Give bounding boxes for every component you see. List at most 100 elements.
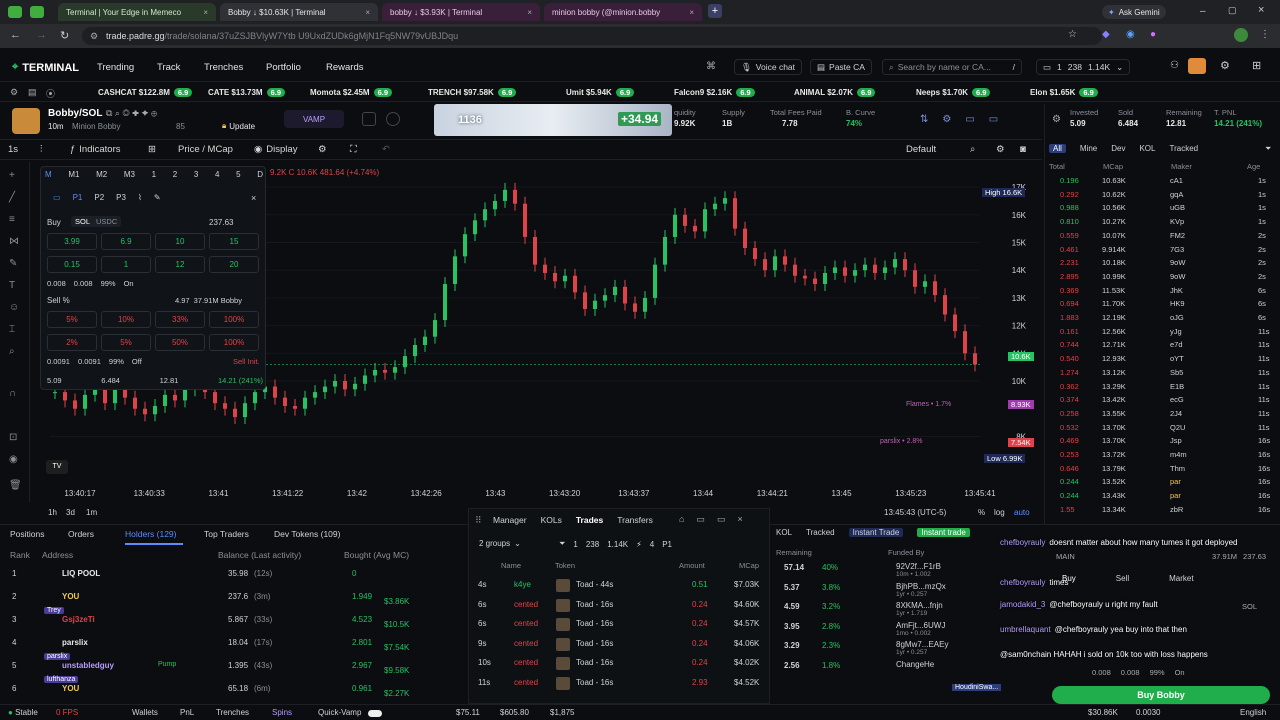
filter-kol[interactable]: KOL [1139, 144, 1155, 153]
trade-maker[interactable]: par [1170, 477, 1181, 486]
back-icon[interactable]: ← [10, 29, 21, 41]
trade-maker[interactable]: par [1170, 491, 1181, 500]
close-icon[interactable]: × [251, 193, 256, 203]
adjust-icon[interactable]: ⚙ [318, 144, 327, 155]
status-trenches[interactable]: Trenches [216, 708, 249, 717]
holder-address[interactable]: YOU [62, 684, 79, 693]
ticker-chart-icon[interactable]: ▤ [28, 87, 37, 98]
preset-m[interactable]: M [45, 170, 52, 179]
edit-icon[interactable]: ✎ [154, 193, 161, 202]
wallet-trade-row[interactable]: 6s cented Toad - 16s 0.24 $4.60K [470, 598, 770, 616]
logo[interactable]: ⌖ TERMINAL [12, 61, 79, 74]
crosshair-icon[interactable]: + [9, 170, 15, 181]
copy-icon[interactable]: ⧉ ⌕ ◎ ✚ ✦ ⊕ [106, 108, 157, 119]
fib-tool-icon[interactable]: ≡ [9, 214, 15, 225]
buy-amount-button[interactable]: 1 [101, 256, 151, 273]
trade-maker[interactable]: Jsp [1170, 436, 1182, 445]
tab-p1[interactable]: P1 [73, 193, 83, 202]
visibility-tool-icon[interactable]: ◉ [9, 454, 18, 465]
address-bar[interactable]: ⚙ trade.padre.gg/trade/solana/37uZSJBVlyW… [82, 27, 1102, 45]
sell-percent-button[interactable]: 2% [47, 334, 97, 351]
scale-percent[interactable]: % [978, 508, 985, 517]
remaining-row[interactable]: 5.37 3.8% BjhPB...mzQx 1yr • 0.257 [776, 582, 996, 600]
preset-m3[interactable]: M3 [124, 170, 135, 179]
ticker-item[interactable]: TRENCH $97.58K 6.9 [428, 88, 517, 97]
extension-icon[interactable]: ● [1150, 29, 1156, 40]
preset-d[interactable]: D [257, 170, 263, 179]
ticker-item[interactable]: Falcon9 $2.16K 6.9 [674, 88, 755, 97]
groups-select[interactable]: 2 groups ⌄ [479, 539, 521, 548]
gamepad-icon[interactable]: ⌘ [706, 61, 716, 72]
trade-row[interactable]: 1.883 12.19K oJG 6s [1046, 313, 1278, 326]
ticker-eye-icon[interactable]: ⦿ [46, 87, 55, 100]
text-tool-icon[interactable]: T [9, 280, 15, 291]
range-3d[interactable]: 3d [66, 508, 75, 517]
ruler-tool-icon[interactable]: ⌶ [9, 324, 15, 335]
line-tool-icon[interactable]: ╱ [9, 192, 15, 203]
tab-p2[interactable]: P2 [94, 193, 104, 202]
remaining-row[interactable]: 2.56 1.8% ChangeHe [776, 660, 996, 678]
trade-row[interactable]: 0.244 13.52K par 16s [1046, 477, 1278, 490]
trade-token[interactable]: Toad - 16s [576, 658, 613, 667]
brush-tool-icon[interactable]: ✎ [9, 258, 17, 269]
filter-all[interactable]: All [1049, 144, 1066, 153]
nav-track[interactable]: Track [157, 62, 180, 73]
funded-by[interactable]: 8XKMA...fnjn [896, 601, 943, 610]
nav-trenches[interactable]: Trenches [204, 62, 243, 73]
tab-trades[interactable]: Trades [576, 515, 603, 525]
search-input[interactable]: ⌕ Search by name or CA... / [882, 59, 1022, 75]
close-icon[interactable]: × [359, 8, 370, 17]
ask-gemini-button[interactable]: ✦ Ask Gemini [1102, 5, 1166, 19]
trade-row[interactable]: 0.253 13.72K m4m 16s [1046, 450, 1278, 463]
sell-percent-button[interactable]: 10% [101, 311, 151, 328]
trade-row[interactable]: 0.694 11.70K HK9 6s [1046, 299, 1278, 312]
trade-maker[interactable]: Thm [1170, 464, 1185, 473]
holder-row[interactable]: 6 YOU 65.18 (6m) 0.961 $2.27K [0, 683, 466, 705]
trade-token[interactable]: Toad - 16s [576, 600, 613, 609]
wallet-selector[interactable]: ▭ 1 238 1.14K ⌄ [1036, 59, 1131, 75]
holder-row[interactable]: 1 LIQ POOL 35.98 (12s) 0 [0, 568, 466, 590]
nav-portfolio[interactable]: Portfolio [266, 62, 301, 73]
buy-amount-button[interactable]: 12 [155, 256, 205, 273]
funded-by[interactable]: ChangeHe [896, 660, 934, 669]
status-spins[interactable]: Spins [272, 708, 292, 717]
panel-icons[interactable]: ⌂▭▭× [679, 514, 755, 525]
interval-select[interactable]: 1s [8, 144, 18, 155]
extension-icon[interactable]: ◆ [1102, 29, 1110, 40]
trade-row[interactable]: 0.540 12.93K oYT 11s [1046, 354, 1278, 367]
more-icon[interactable]: ⋮ [1260, 29, 1270, 40]
camera-icon[interactable] [386, 112, 400, 126]
browser-menu-icon[interactable] [8, 6, 22, 18]
close-icon[interactable]: × [521, 8, 532, 17]
preset-m2[interactable]: M2 [96, 170, 107, 179]
ticker-item[interactable]: CASHCAT $122.8M 6.9 [98, 88, 193, 97]
filter-dev[interactable]: Dev [1111, 144, 1125, 153]
fullscreen-icon[interactable]: ⛶ [350, 144, 357, 155]
lock-tool-icon[interactable]: ⊡ [9, 432, 17, 443]
token-avatar[interactable] [12, 108, 40, 134]
trade-row[interactable]: 0.469 13.70K Jsp 16s [1046, 436, 1278, 449]
tab-minion-bobby[interactable]: minion bobby (@minion.bobby × [544, 3, 702, 21]
settings-icon[interactable]: ⚙ [996, 144, 1005, 155]
pattern-tool-icon[interactable]: ⋈ [9, 236, 19, 247]
filter-tracked[interactable]: Tracked [1169, 144, 1198, 153]
chart-icon[interactable]: ⌇ [138, 193, 142, 202]
trade-maker[interactable]: Q2U [1170, 423, 1185, 432]
holder-address[interactable]: Gsj3zeTi [62, 615, 95, 624]
ticker-item[interactable]: Momota $2.45M 6.9 [310, 88, 393, 97]
preset-2[interactable]: 2 [173, 170, 177, 179]
currency-sol[interactable]: SOL [1242, 602, 1257, 611]
tab-orders[interactable]: Orders [68, 529, 94, 539]
tab-bobby-2[interactable]: bobby ↓ $3.93K | Terminal × [382, 3, 540, 21]
quick-vamp-toggle[interactable] [368, 710, 382, 717]
indicators-button[interactable]: ƒ Indicators [70, 144, 120, 155]
tab-dev-tokens[interactable]: Dev Tokens (109) [274, 529, 340, 539]
ticker-item[interactable]: Neeps $1.70K 6.9 [916, 88, 991, 97]
trade-row[interactable]: 0.988 10.56K uGB 1s [1046, 203, 1278, 216]
display-button[interactable]: ◉ Display [254, 144, 297, 155]
close-icon[interactable]: × [683, 8, 694, 17]
trade-maker[interactable]: Sb5 [1170, 368, 1183, 377]
maximize-icon[interactable]: ▢ [1228, 5, 1237, 16]
tab-kols[interactable]: KOLs [541, 515, 562, 525]
wallet-trade-row[interactable]: 9s cented Toad - 16s 0.24 $4.06K [470, 637, 770, 655]
